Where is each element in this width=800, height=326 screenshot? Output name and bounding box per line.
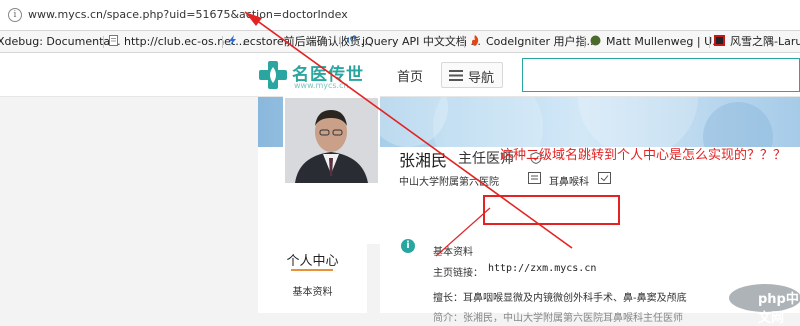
annotation-question: 这种二级域名跳转到个人中心是怎么实现的？？？ [500,148,787,163]
arrow-to-link [435,207,491,257]
annotation-highlight-box [483,195,620,225]
arrowhead-icon [245,12,262,26]
